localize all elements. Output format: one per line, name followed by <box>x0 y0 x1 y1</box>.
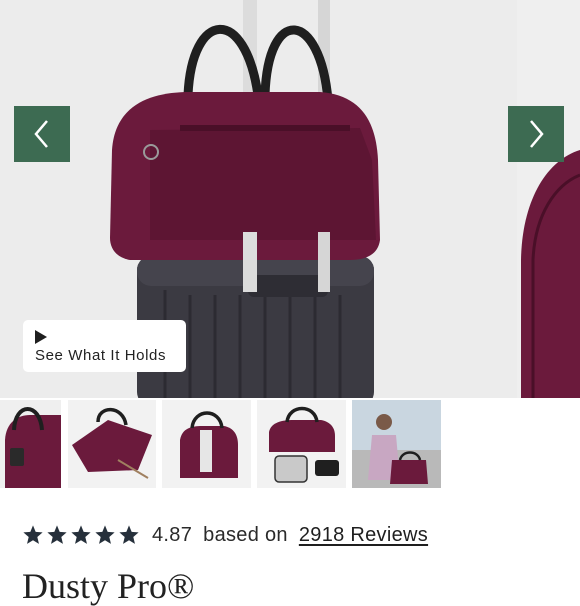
next-image-button[interactable] <box>508 106 564 162</box>
based-on-text: based on <box>203 523 288 546</box>
thumbnail-image <box>162 400 251 488</box>
star-icon <box>119 525 139 544</box>
thumbnail-image <box>68 400 156 488</box>
thumbnail-2[interactable] <box>68 400 156 488</box>
previous-image-button[interactable] <box>14 106 70 162</box>
thumbnail-1[interactable] <box>0 400 61 488</box>
reviews-link[interactable]: 2918 Reviews <box>299 524 428 547</box>
rating-summary: 4.87 based on 2918 Reviews <box>22 518 428 552</box>
thumbnail-image <box>352 400 441 488</box>
star-icon <box>23 525 43 544</box>
video-button-label: See What It Holds <box>35 347 167 364</box>
thumbnail-5[interactable] <box>352 400 441 488</box>
star-rating <box>22 524 140 546</box>
play-icon <box>35 330 47 344</box>
rating-value: 4.87 <box>152 523 193 546</box>
product-image-gallery: See What It Holds <box>0 0 580 398</box>
chevron-right-icon <box>530 120 544 148</box>
star-icon <box>71 525 91 544</box>
thumbnail-image <box>0 400 61 488</box>
next-image-peek <box>517 0 580 398</box>
star-icon <box>47 525 67 544</box>
see-what-it-holds-button[interactable]: See What It Holds <box>23 320 186 372</box>
star-icon <box>95 525 115 544</box>
product-title: Dusty Pro® <box>22 566 195 606</box>
thumbnail-4[interactable] <box>257 400 346 488</box>
thumbnail-strip <box>0 398 580 492</box>
chevron-left-icon <box>34 120 48 148</box>
thumbnail-3[interactable] <box>162 400 251 488</box>
thumbnail-image <box>257 400 346 488</box>
